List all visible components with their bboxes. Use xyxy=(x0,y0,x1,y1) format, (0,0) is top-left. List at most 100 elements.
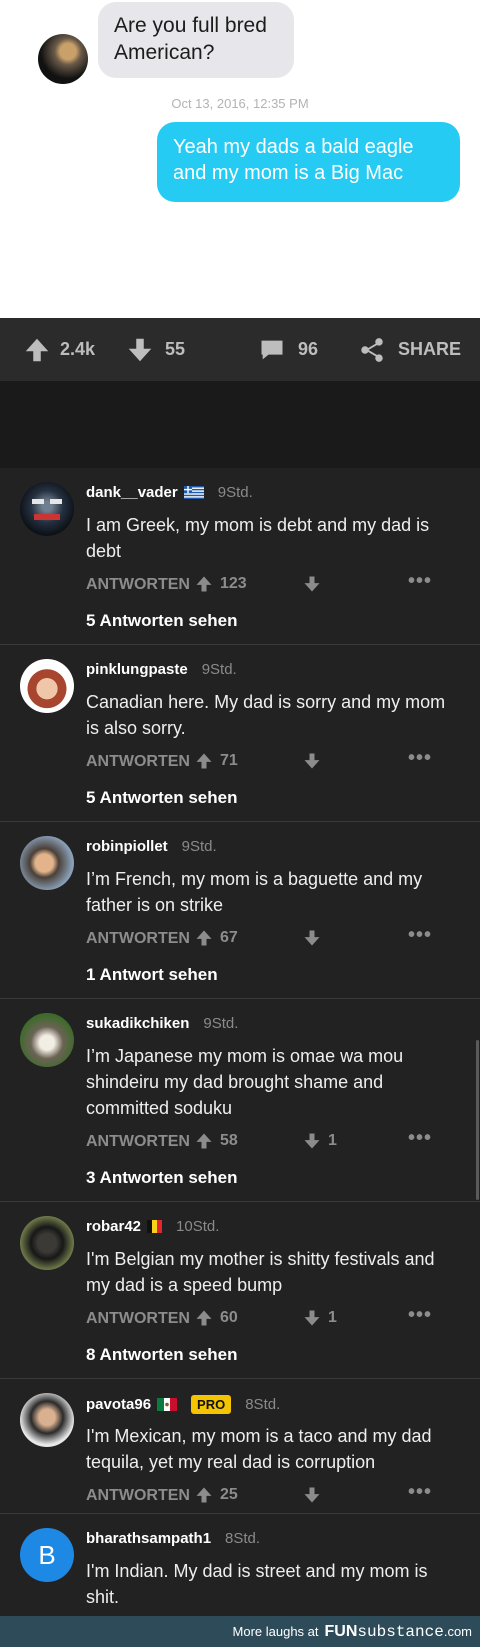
incoming-message-text: Are you full bred American? xyxy=(114,14,267,64)
avatar[interactable]: B xyxy=(20,1528,74,1582)
comment-upvote-button[interactable]: 60 xyxy=(194,1308,238,1328)
username[interactable]: sukadikchiken xyxy=(86,1015,189,1032)
comment-upvote-button[interactable]: 25 xyxy=(194,1485,238,1505)
reply-button[interactable]: ANTWORTEN xyxy=(86,1487,190,1505)
comment-text: I'm Mexican, my mom is a taco and my dad… xyxy=(86,1426,432,1472)
comment-upvote-button[interactable]: 71 xyxy=(194,751,238,771)
username[interactable]: robar42 xyxy=(86,1218,141,1235)
outgoing-message-text: Yeah my dads a bald eagle and my mom is … xyxy=(173,136,414,184)
comment-downvote-button[interactable] xyxy=(302,574,328,594)
comment-upvote-count: 67 xyxy=(220,929,238,946)
comment-upvote-button[interactable]: 58 xyxy=(194,1131,238,1151)
comment-item: pavota96 PRO 8Std. I'm Mexican, my mom i… xyxy=(0,1379,480,1514)
upvote-arrow-icon xyxy=(196,576,212,592)
username[interactable]: bharathsampath1 xyxy=(86,1530,211,1547)
reply-button[interactable]: ANTWORTEN xyxy=(86,930,190,948)
footer-prefix: More laughs at xyxy=(232,1624,319,1639)
comment-downvote-button[interactable] xyxy=(302,1485,328,1505)
share-button[interactable]: SHARE xyxy=(358,318,461,381)
comment-item: pinklungpaste 9Std. Canadian here. My da… xyxy=(0,645,480,822)
scrollbar[interactable] xyxy=(476,1040,479,1200)
reply-button[interactable]: ANTWORTEN xyxy=(86,1133,190,1151)
comment-text: I am Greek, my mom is debt and my dad is… xyxy=(86,515,430,561)
view-replies-link[interactable]: 5 Antworten sehen xyxy=(86,788,237,808)
comment-upvote-button[interactable]: 67 xyxy=(194,928,238,948)
greece-flag-icon xyxy=(183,486,204,499)
watermark-footer: More laughs at FUNsubstance.com xyxy=(0,1616,480,1647)
reply-button[interactable]: ANTWORTEN xyxy=(86,1310,190,1328)
comment-item: sukadikchiken 9Std. I’m Japanese my mom … xyxy=(0,999,480,1202)
comment-header: robinpiollet 9Std. xyxy=(86,838,217,855)
reply-button[interactable]: ANTWORTEN xyxy=(86,576,190,594)
view-replies-link[interactable]: 8 Antworten sehen xyxy=(86,1345,237,1365)
view-replies-link[interactable]: 5 Antworten sehen xyxy=(86,611,237,631)
share-label: SHARE xyxy=(398,339,462,359)
more-dots-icon[interactable]: ••• xyxy=(408,1481,432,1504)
comment-downvote-count: 1 xyxy=(328,1309,337,1326)
comment-time: 8Std. xyxy=(225,1530,261,1547)
share-icon xyxy=(361,337,383,362)
view-replies-link[interactable]: 1 Antwort sehen xyxy=(86,965,218,985)
post-action-bar: 2.4k 55 96 SHARE xyxy=(0,318,480,381)
avatar[interactable] xyxy=(20,482,74,536)
upvote-count: 2.4k xyxy=(60,339,96,359)
comment-upvote-count: 58 xyxy=(220,1132,238,1149)
downvote-count: 55 xyxy=(165,339,186,359)
comment-actions: ANTWORTEN 58 1 ••• xyxy=(86,1127,462,1155)
username[interactable]: dank__vader xyxy=(86,484,178,501)
reply-button[interactable]: ANTWORTEN xyxy=(86,753,190,771)
view-replies-link[interactable]: 3 Antworten sehen xyxy=(86,1168,237,1188)
contact-avatar xyxy=(38,34,88,84)
message-timestamp: Oct 13, 2016, 12:35 PM xyxy=(171,96,309,111)
comments-button[interactable]: 96 xyxy=(258,318,318,381)
avatar[interactable] xyxy=(20,1393,74,1447)
avatar[interactable] xyxy=(20,836,74,890)
upvote-arrow-icon xyxy=(196,1487,212,1503)
more-dots-icon[interactable]: ••• xyxy=(408,1127,432,1150)
more-dots-icon[interactable]: ••• xyxy=(408,570,432,593)
comment-item: robinpiollet 9Std. I’m French, my mom is… xyxy=(0,822,480,999)
comment-header: robar42 10Std. xyxy=(86,1218,219,1235)
downvote-arrow-icon xyxy=(304,930,320,946)
upvote-arrow-icon xyxy=(196,1133,212,1149)
comment-text: I’m Japanese my mom is omae wa mou shind… xyxy=(86,1046,404,1118)
downvote-arrow-icon xyxy=(304,1310,320,1326)
comment-downvote-button[interactable]: 1 xyxy=(302,1308,337,1328)
username[interactable]: robinpiollet xyxy=(86,838,168,855)
downvote-arrow-icon xyxy=(304,753,320,769)
funsubstance-logo[interactable]: FUNsubstance.com xyxy=(325,1623,472,1641)
comment-time: 9Std. xyxy=(181,838,217,855)
comment-upvote-count: 123 xyxy=(220,575,247,592)
comment-upvote-button[interactable]: 123 xyxy=(194,574,247,594)
incoming-message-bubble: Are you full bred American? xyxy=(98,2,294,78)
avatar[interactable] xyxy=(20,1216,74,1270)
more-dots-icon[interactable]: ••• xyxy=(408,924,432,947)
comment-downvote-button[interactable] xyxy=(302,751,328,771)
comment-time: 9Std. xyxy=(201,661,237,678)
username[interactable]: pavota96 xyxy=(86,1396,151,1413)
upvote-button[interactable]: 2.4k xyxy=(22,318,95,381)
comment-actions: ANTWORTEN 67 ••• xyxy=(86,924,462,952)
comment-text: Canadian here. My dad is sorry and my mo… xyxy=(86,692,446,738)
username[interactable]: pinklungpaste xyxy=(86,661,188,678)
downvote-button[interactable]: 55 xyxy=(125,318,185,381)
pro-badge: PRO xyxy=(191,1395,232,1414)
comment-actions: ANTWORTEN 60 1 ••• xyxy=(86,1304,462,1332)
upvote-arrow-icon xyxy=(196,930,212,946)
avatar[interactable] xyxy=(20,1013,74,1067)
comment-item: dank__vader 9Std. I am Greek, my mom is … xyxy=(0,468,480,645)
more-dots-icon[interactable]: ••• xyxy=(408,1304,432,1327)
comment-upvote-count: 25 xyxy=(220,1486,238,1503)
downvote-arrow-icon xyxy=(304,1133,320,1149)
comment-actions: ANTWORTEN 123 ••• xyxy=(86,570,462,598)
imessage-screenshot: Are you full bred American? Oct 13, 2016… xyxy=(0,0,480,318)
downvote-arrow-icon xyxy=(304,1487,320,1503)
comment-downvote-button[interactable]: 1 xyxy=(302,1131,337,1151)
comment-downvote-button[interactable] xyxy=(302,928,328,948)
upvote-arrow-icon xyxy=(25,338,49,361)
comments-list: dank__vader 9Std. I am Greek, my mom is … xyxy=(0,468,480,1647)
comment-downvote-count: 1 xyxy=(328,1132,337,1149)
avatar[interactable] xyxy=(20,659,74,713)
more-dots-icon[interactable]: ••• xyxy=(408,747,432,770)
comment-time: 10Std. xyxy=(176,1218,220,1235)
